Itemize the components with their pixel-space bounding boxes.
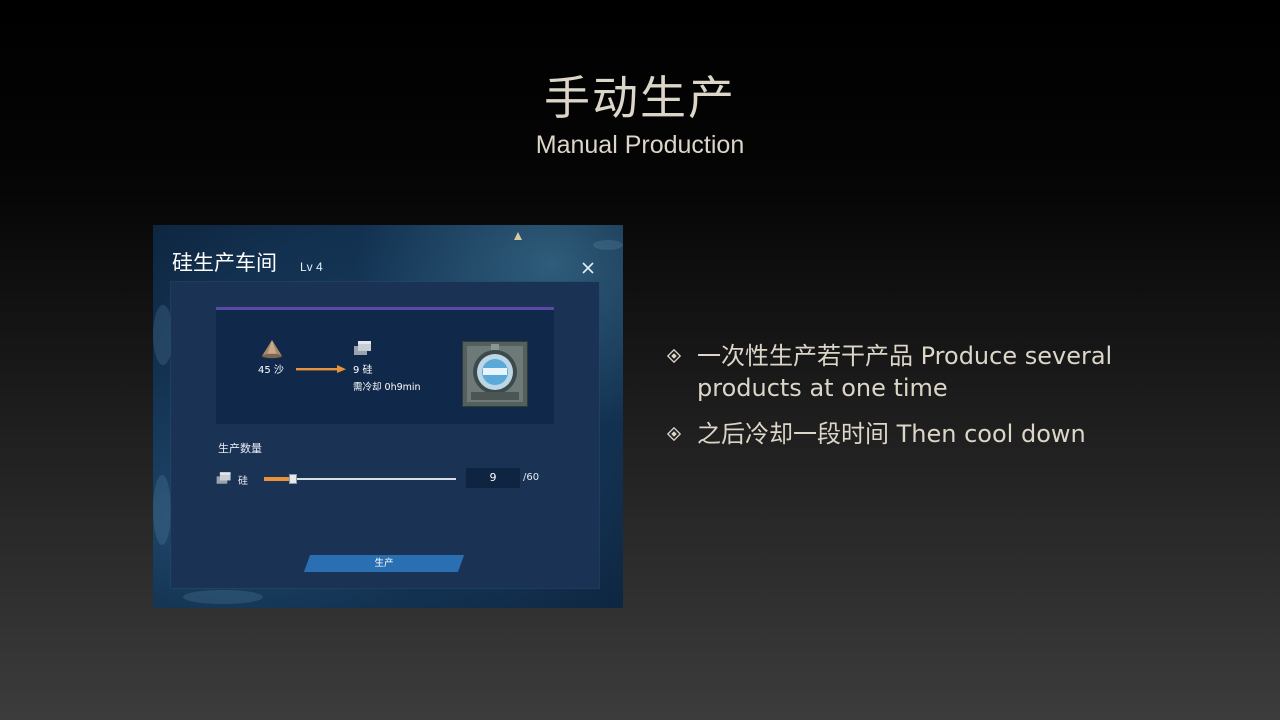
game-screenshot: 硅生产车间 Lv 4 45 沙 9 硅 需冷却 0h9min 生产数量 硅 9 … — [153, 225, 623, 608]
slide-subtitle: Manual Production — [535, 131, 745, 159]
bullet-item: 一次性生产若干产品 Produce several products at on… — [667, 340, 1167, 404]
input-resource-label: 45 沙 — [258, 365, 284, 376]
ocean-foam — [593, 240, 623, 250]
bullet-list: 一次性生产若干产品 Produce several products at on… — [667, 340, 1167, 464]
window-title: 硅生产车间 — [172, 251, 277, 275]
diamond-bullet-icon — [667, 427, 681, 441]
recipe-card: 45 沙 9 硅 需冷却 0h9min — [216, 307, 554, 424]
arrow-right-icon — [296, 365, 346, 373]
produce-button-label: 生产 — [374, 558, 394, 569]
produce-button[interactable]: 生产 — [303, 555, 465, 572]
window-level: Lv 4 — [300, 260, 323, 274]
quantity-input[interactable]: 9 — [466, 468, 520, 488]
ocean-foam — [153, 305, 173, 365]
ocean-foam — [183, 590, 263, 604]
bullet-text: 之后冷却一段时间 Then cool down — [697, 420, 1086, 448]
slide-title: 手动生产 — [544, 71, 736, 125]
cooldown-label: 需冷却 0h9min — [353, 382, 421, 393]
silicon-icon — [216, 472, 231, 484]
ocean-foam — [153, 475, 171, 545]
slider-thumb[interactable] — [288, 474, 297, 484]
workshop-building-icon — [462, 341, 528, 407]
close-icon[interactable] — [580, 261, 596, 277]
sand-icon — [262, 340, 282, 359]
quantity-max-label: /60 — [523, 472, 540, 483]
production-panel: 45 沙 9 硅 需冷却 0h9min 生产数量 硅 9 /60 生产 — [171, 282, 599, 588]
output-resource-label: 9 硅 — [353, 365, 373, 376]
bullet-item: 之后冷却一段时间 Then cool down — [667, 418, 1167, 450]
diamond-bullet-icon — [667, 349, 681, 363]
quantity-label: 生产数量 — [218, 442, 262, 455]
ship-icon — [514, 232, 522, 240]
quantity-item-label: 硅 — [238, 476, 248, 487]
quantity-slider[interactable] — [264, 474, 456, 484]
bullet-text: 一次性生产若干产品 Produce several products at on… — [697, 342, 1113, 402]
silicon-icon — [354, 341, 371, 355]
